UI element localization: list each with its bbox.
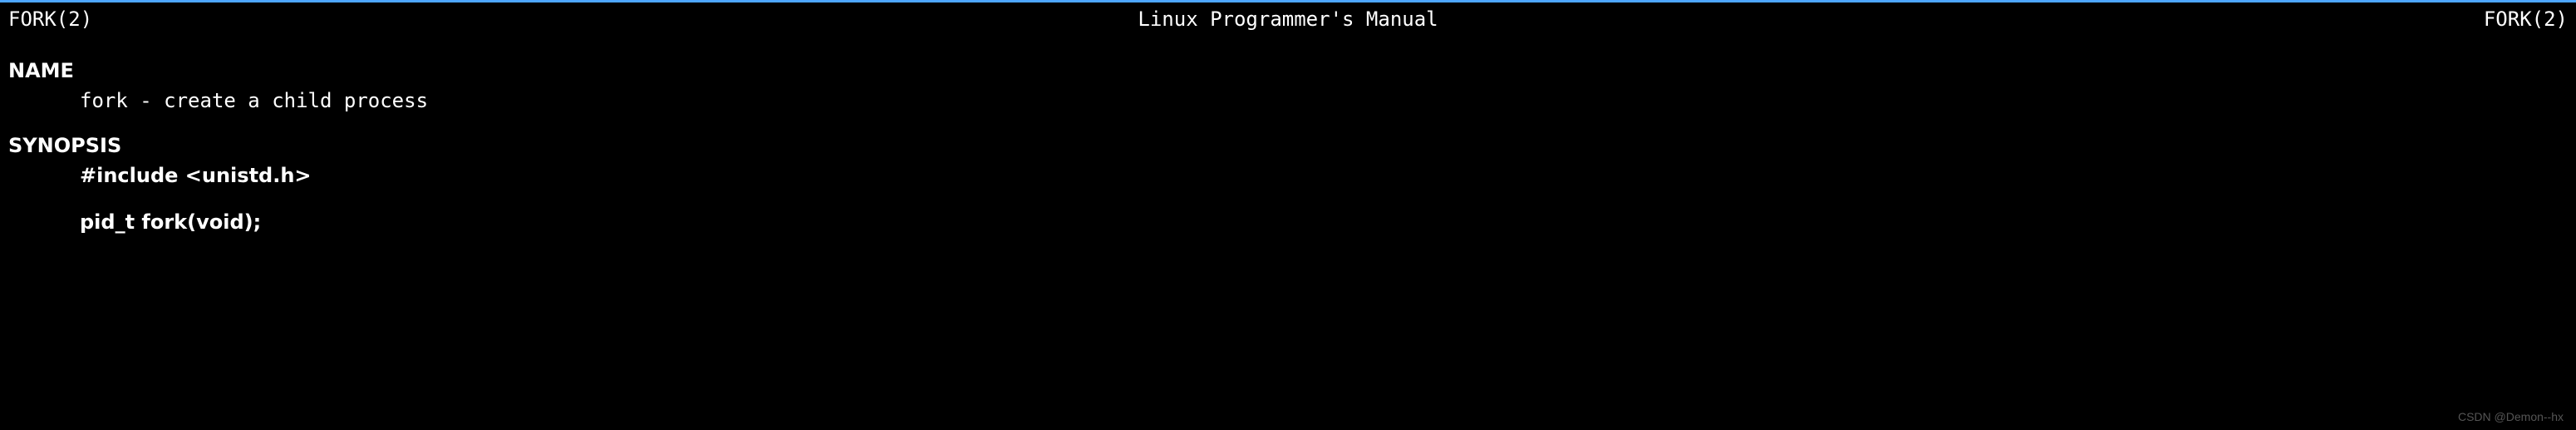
section-heading-name: NAME — [0, 56, 2576, 86]
header-right-title: FORK(2) — [1714, 4, 2568, 34]
name-section-content: fork - create a child process — [0, 86, 2576, 116]
header-center-title: Linux Programmer's Manual — [862, 4, 1715, 34]
synopsis-declaration: pid_t fork(void); — [0, 207, 2576, 237]
spacer — [0, 190, 2576, 207]
man-page-header: FORK(2) Linux Programmer's Manual FORK(2… — [0, 2, 2576, 41]
section-heading-synopsis: SYNOPSIS — [0, 131, 2576, 161]
header-left-title: FORK(2) — [8, 4, 862, 34]
watermark-text: CSDN @Demon--hx — [2458, 408, 2564, 426]
synopsis-include: #include <unistd.h> — [0, 161, 2576, 190]
